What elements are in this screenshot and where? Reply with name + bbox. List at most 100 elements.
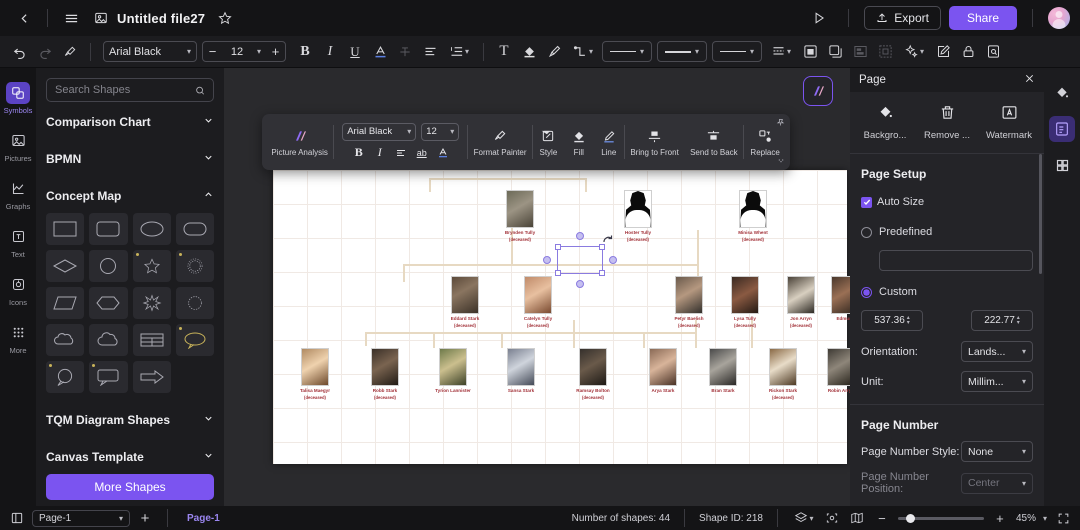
zoom-slider[interactable]	[897, 513, 984, 523]
send-to-back-button[interactable]: Send to Back	[684, 128, 743, 157]
selected-shape[interactable]	[543, 232, 617, 288]
zoom-slider-knob[interactable]	[905, 513, 915, 523]
orientation-select[interactable]: Lands... ▾	[961, 341, 1033, 362]
zoom-level[interactable]: 45%	[1016, 513, 1036, 524]
duplicate-icon[interactable]	[798, 40, 822, 64]
shape-explosion[interactable]	[132, 287, 171, 319]
font-size-dropdown[interactable]: ▾	[252, 42, 266, 61]
map-icon[interactable]	[848, 509, 866, 527]
section-canvas-template[interactable]: Canvas Template	[46, 440, 214, 474]
remove-button[interactable]: Remove ...	[916, 104, 978, 141]
connector-icon[interactable]: ▾	[567, 40, 599, 64]
shape-callout-round[interactable]	[46, 361, 85, 393]
hamburger-menu-icon[interactable]	[57, 4, 85, 32]
font-size-value[interactable]: 12	[222, 46, 252, 58]
page-select[interactable]: Page-1 ▾	[32, 509, 130, 527]
shape-hexagon[interactable]	[89, 287, 128, 319]
person-card[interactable]: Catelyn Tully (deceased)	[518, 276, 558, 328]
export-button[interactable]: Export	[864, 6, 941, 30]
section-concept-map[interactable]: Concept Map	[46, 179, 214, 213]
person-card[interactable]: Robin Arryn	[821, 348, 850, 395]
strikethrough-button[interactable]	[393, 40, 417, 64]
ctx-align-icon[interactable]	[391, 144, 411, 162]
ctx-font-color-button[interactable]	[433, 144, 453, 162]
align-left-icon[interactable]	[418, 40, 442, 64]
shape-callout-rect[interactable]	[89, 361, 128, 393]
file-name[interactable]: Untitled file27	[117, 11, 205, 26]
rail-apps-button[interactable]	[1049, 152, 1075, 178]
present-play-icon[interactable]	[805, 4, 833, 32]
line-spacing-icon[interactable]: ▾	[443, 40, 475, 64]
ai-assistant-button[interactable]	[803, 76, 833, 106]
section-bpmn[interactable]: BPMN	[46, 142, 214, 176]
shape-table[interactable]	[132, 324, 171, 356]
rail-item-more[interactable]: More	[0, 314, 36, 362]
person-card[interactable]: Talisa Maegyr (deceased)	[295, 348, 335, 400]
brush-icon[interactable]	[542, 40, 566, 64]
zoom-in-button[interactable]: +	[991, 509, 1009, 527]
section-tqm-diagram-shapes[interactable]: TQM Diagram Shapes	[46, 403, 214, 437]
panel-scrollbar[interactable]	[1039, 154, 1042, 274]
shape-sun-burst[interactable]	[175, 250, 214, 282]
shape-star[interactable]	[132, 250, 171, 282]
replace-button[interactable]: Replace	[744, 128, 786, 157]
undo-icon[interactable]	[8, 40, 32, 64]
rail-item-symbols[interactable]: Symbols	[0, 74, 36, 122]
page-width-input[interactable]: 537.36 ▴ ▾	[861, 310, 923, 331]
spinner-icon[interactable]: ▴ ▾	[1017, 315, 1020, 326]
align-objects-icon[interactable]	[848, 40, 872, 64]
connect-handle-bottom[interactable]	[576, 280, 584, 288]
magic-effects-icon[interactable]: ▾	[898, 40, 930, 64]
find-icon[interactable]	[981, 40, 1005, 64]
spinner-icon[interactable]: ▴ ▾	[907, 315, 910, 326]
italic-button[interactable]: I	[318, 40, 342, 64]
redo-icon[interactable]	[33, 40, 57, 64]
auto-size-checkbox[interactable]	[861, 196, 872, 208]
ctx-font-size-select[interactable]: 12 ▾	[421, 122, 460, 141]
person-card[interactable]: Eddard Stark (deceased)	[445, 276, 485, 328]
search-input[interactable]	[55, 84, 195, 96]
person-card[interactable]: Lysa Tully (deceased)	[725, 276, 765, 328]
shape-diamond[interactable]	[46, 250, 85, 282]
fill-icon[interactable]	[517, 40, 541, 64]
rail-fill-button[interactable]	[1049, 80, 1075, 106]
format-painter-icon[interactable]	[58, 40, 82, 64]
person-card[interactable]: Sansa Stark	[501, 348, 541, 395]
rail-item-graphs[interactable]: Graphs	[0, 170, 36, 218]
search-shapes-box[interactable]	[46, 78, 214, 102]
font-color-button[interactable]	[368, 40, 392, 64]
focus-icon[interactable]	[823, 509, 841, 527]
resize-handle-top-left[interactable]	[555, 244, 561, 250]
rail-item-text[interactable]: Text	[0, 218, 36, 266]
more-shapes-button[interactable]: More Shapes	[46, 474, 214, 500]
font-family-select[interactable]: Arial Black ▾	[103, 41, 197, 62]
pin-icon[interactable]	[776, 118, 785, 129]
layers-icon[interactable]: ▾	[792, 509, 816, 527]
star-icon[interactable]	[211, 4, 239, 32]
font-size-increase[interactable]: +	[266, 42, 285, 61]
person-card[interactable]: Arya Stark	[643, 348, 683, 395]
custom-radio[interactable]	[861, 286, 872, 298]
shape-circle[interactable]	[89, 250, 128, 282]
page-tab-1[interactable]: Page-1	[181, 513, 226, 524]
line-weight-select[interactable]: ▾	[657, 41, 707, 62]
person-card[interactable]: Jon Arryn (deceased)	[781, 276, 821, 328]
shape-parallelogram[interactable]	[46, 287, 85, 319]
person-card[interactable]: Edmure	[825, 276, 850, 323]
lock-icon[interactable]	[956, 40, 980, 64]
ctx-font-family-select[interactable]: Arial Black ▾	[342, 122, 417, 141]
fill-button[interactable]: Fill	[564, 128, 594, 157]
predefined-size-input[interactable]	[879, 250, 1033, 271]
resize-handle-bottom-right[interactable]	[599, 270, 605, 276]
shape-burst[interactable]	[175, 287, 214, 319]
line-style-select[interactable]: ▾	[602, 41, 652, 62]
shape-rounded-rect[interactable]	[89, 213, 128, 245]
bold-button[interactable]: B	[293, 40, 317, 64]
connect-handle-right[interactable]	[609, 256, 617, 264]
rotate-handle-icon[interactable]	[602, 234, 614, 249]
background-button[interactable]: Backgro...	[854, 104, 916, 141]
bring-to-front-button[interactable]: Bring to Front	[625, 128, 685, 157]
font-size-decrease[interactable]: −	[203, 42, 222, 61]
add-page-button[interactable]: +	[136, 509, 154, 527]
person-card[interactable]: Bran Stark	[703, 348, 743, 395]
